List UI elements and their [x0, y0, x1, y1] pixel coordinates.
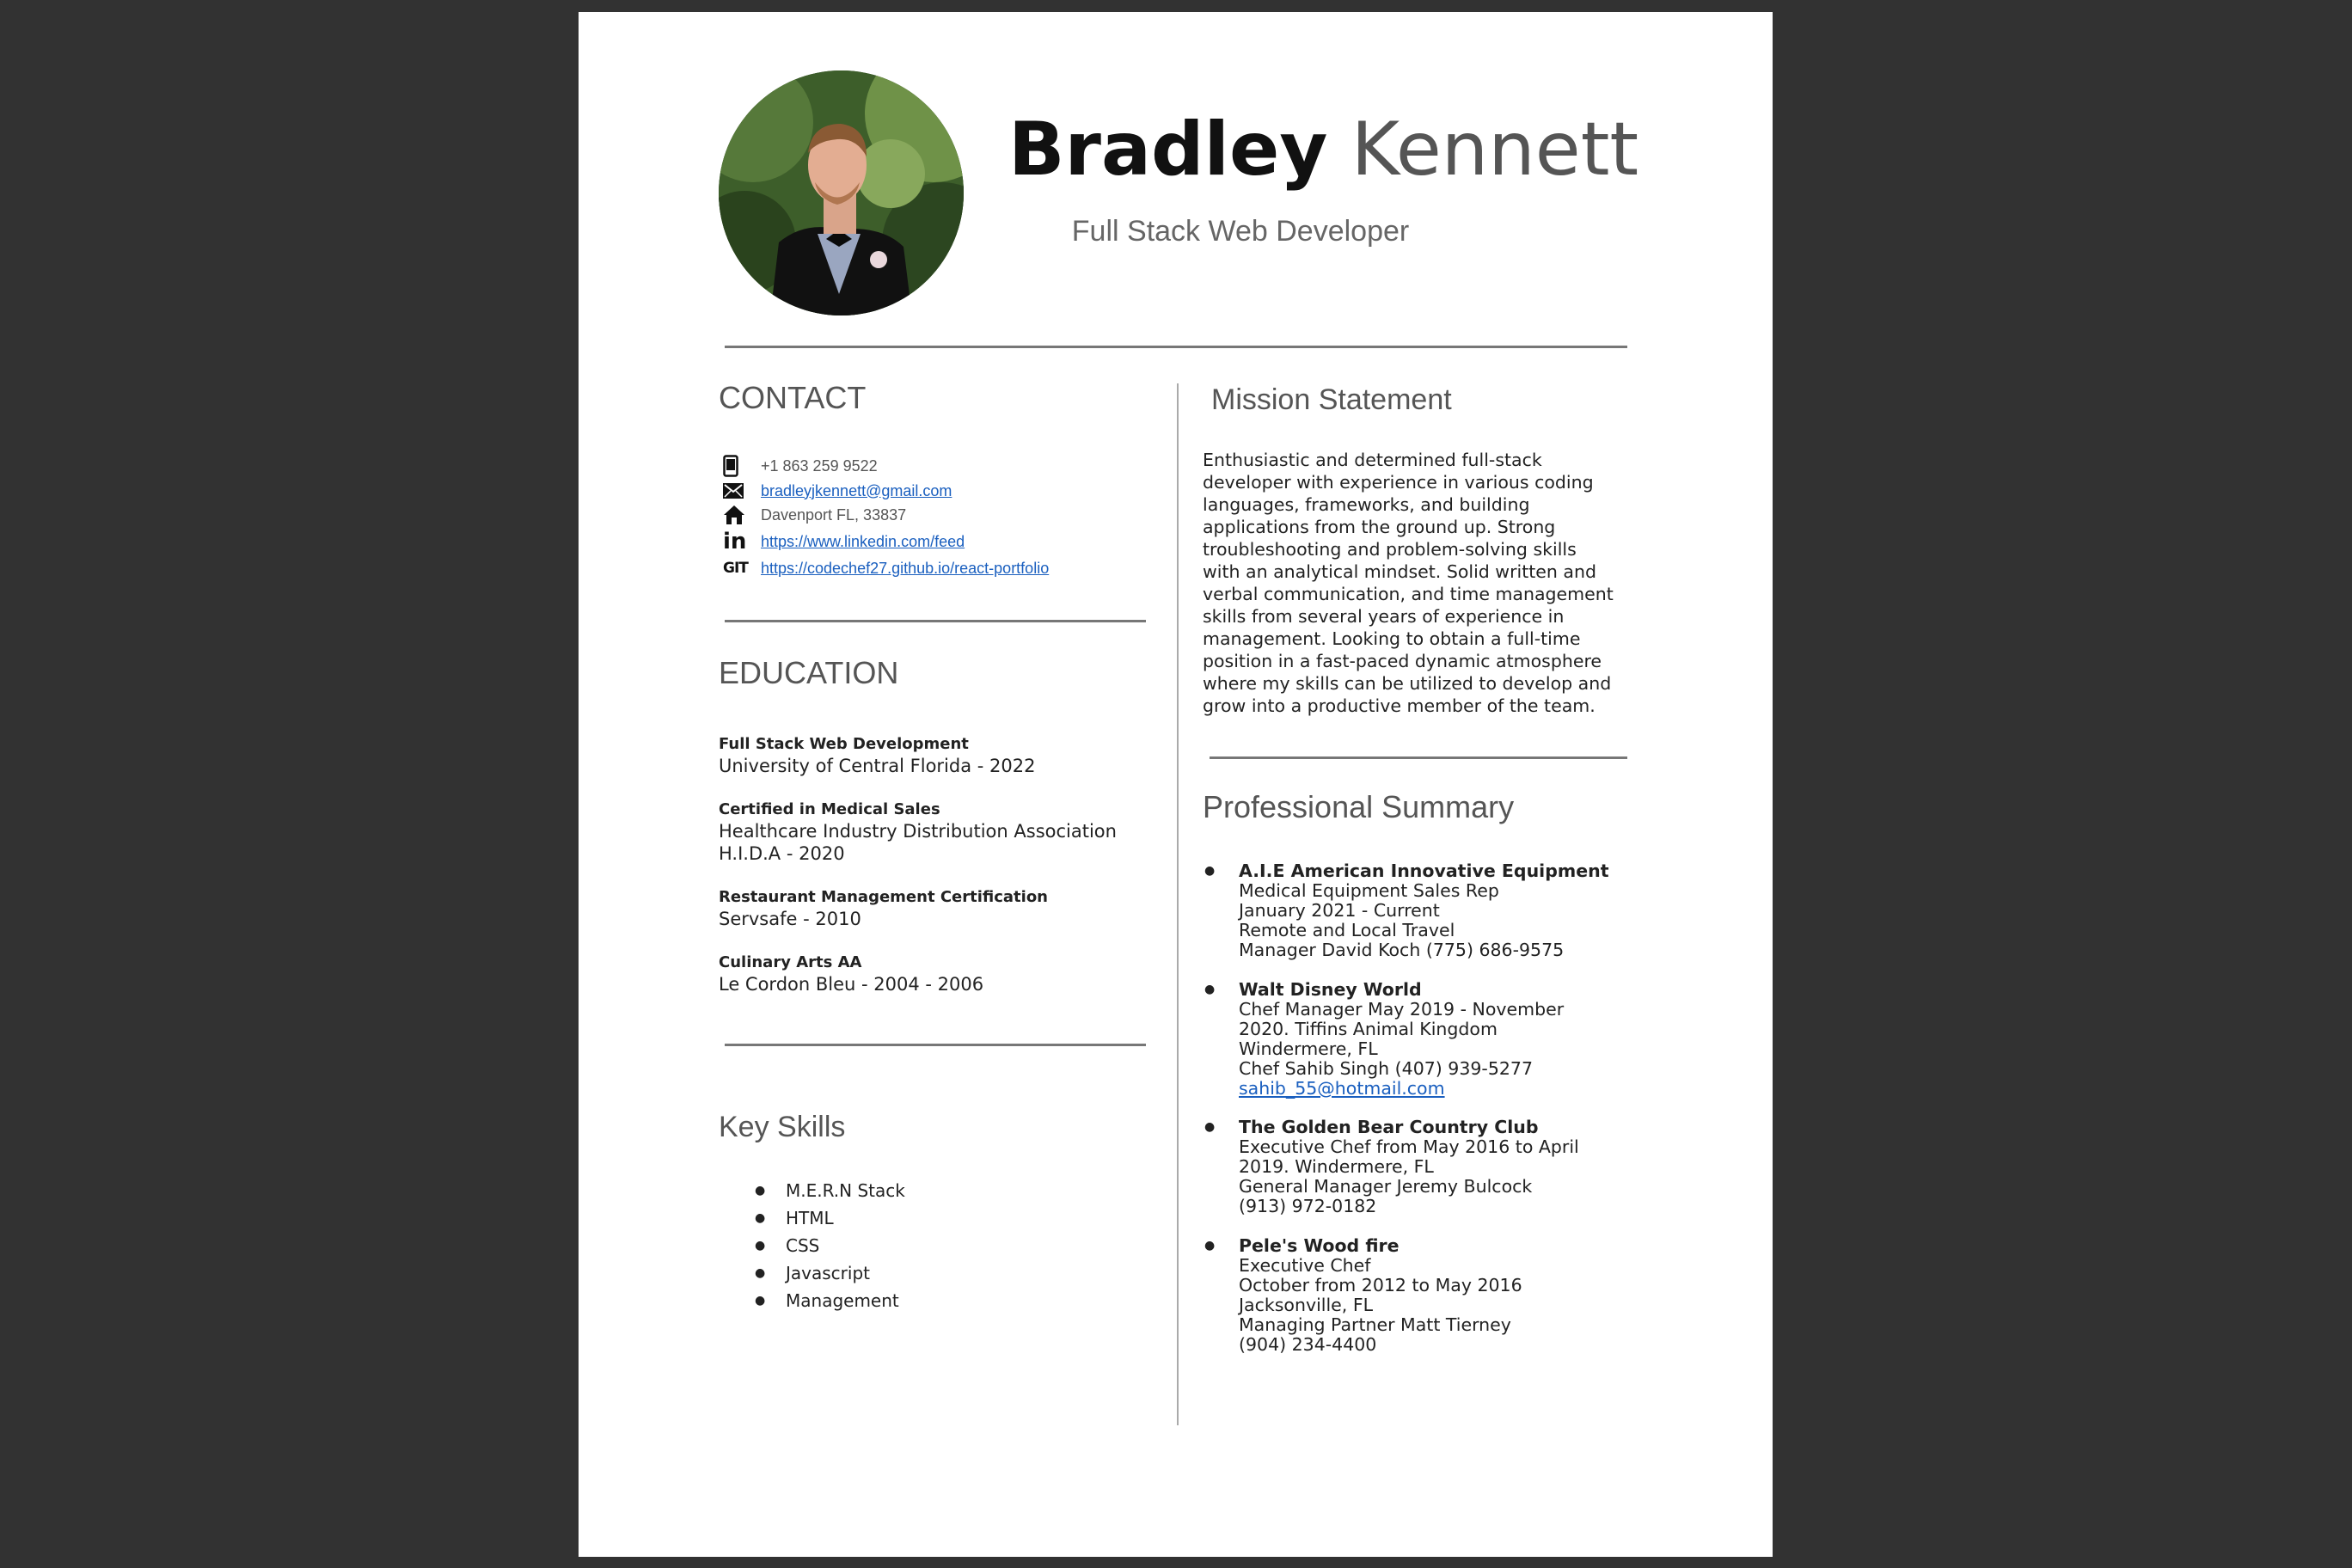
- mission-line: where my skills can be utilized to devel…: [1203, 673, 1612, 694]
- linkedin-icon: in: [723, 529, 747, 554]
- bullet: ●: [1204, 1120, 1216, 1134]
- contact-address: Davenport FL, 33837: [723, 502, 906, 528]
- education-entry: Culinary Arts AA Le Cordon Bleu - 2004 -…: [719, 952, 1166, 995]
- job-company: The Golden Bear Country Club: [1239, 1117, 1539, 1137]
- reference-email-link[interactable]: sahib_55@hotmail.com: [1239, 1078, 1445, 1099]
- contact-divider: [725, 620, 1146, 622]
- job-detail: (913) 972-0182: [1239, 1196, 1377, 1216]
- education-title: Culinary Arts AA: [719, 953, 862, 971]
- first-name: Bradley: [1008, 107, 1328, 193]
- phone-icon: [723, 455, 752, 477]
- education-entry: Certified in Medical Sales Healthcare In…: [719, 799, 1166, 865]
- email-link[interactable]: bradleyjkennett@gmail.com: [761, 482, 952, 500]
- address-text: Davenport FL, 33837: [761, 505, 907, 524]
- profile-photo: [719, 70, 964, 315]
- job-company: A.I.E American Innovative Equipment: [1239, 861, 1609, 881]
- mission-line: position in a fast-paced dynamic atmosph…: [1203, 651, 1602, 671]
- phone-text: +1 863 259 9522: [761, 456, 878, 475]
- education-detail: H.I.D.A - 2020: [719, 843, 845, 864]
- linkedin-link[interactable]: https://www.linkedin.com/feed: [761, 533, 965, 551]
- mission-line: verbal communication, and time managemen…: [1203, 584, 1614, 604]
- mission-line: developer with experience in various cod…: [1203, 472, 1594, 493]
- job-detail: January 2021 - Current: [1239, 900, 1440, 921]
- skill-item: CSS: [755, 1232, 905, 1259]
- job-detail: Chef Sahib Singh (407) 939-5277: [1239, 1058, 1534, 1079]
- email-icon: [723, 480, 752, 502]
- job-detail: Remote and Local Travel: [1239, 920, 1455, 940]
- summary-heading: Professional Summary: [1203, 789, 1515, 824]
- job-company: Walt Disney World: [1239, 979, 1422, 1000]
- education-entry: Restaurant Management Certification Serv…: [719, 887, 1166, 930]
- job-detail: Executive Chef from May 2016 to April: [1239, 1136, 1579, 1157]
- column-divider: [1177, 383, 1179, 1425]
- education-divider: [725, 1044, 1146, 1046]
- header-divider: [725, 346, 1627, 348]
- job-detail: Manager David Koch (775) 686-9575: [1239, 940, 1565, 960]
- job-detail: Windermere, FL: [1239, 1038, 1378, 1059]
- job-detail: (904) 234-4400: [1239, 1334, 1377, 1355]
- skill-item: HTML: [755, 1204, 905, 1232]
- skill-item: M.E.R.N Stack: [755, 1177, 905, 1204]
- job-detail: Executive Chef: [1239, 1255, 1371, 1276]
- mission-line: languages, frameworks, and building: [1203, 494, 1530, 515]
- education-title: Full Stack Web Development: [719, 735, 969, 753]
- last-name: Kennett: [1351, 107, 1639, 193]
- job-detail: Medical Equipment Sales Rep: [1239, 880, 1499, 901]
- education-detail: University of Central Florida - 2022: [719, 756, 1036, 776]
- mission-text: Enthusiastic and determined full-stack d…: [1203, 449, 1632, 717]
- job-detail: Jacksonville, FL: [1239, 1295, 1374, 1315]
- education-detail: Healthcare Industry Distribution Associa…: [719, 821, 1117, 842]
- education-detail: Servsafe - 2010: [719, 909, 861, 929]
- mission-line: skills from several years of experience …: [1203, 606, 1565, 627]
- contact-phone: +1 863 259 9522: [723, 453, 878, 479]
- skill-item: Management: [755, 1287, 905, 1314]
- contact-heading: CONTACT: [719, 380, 867, 415]
- skills-heading: Key Skills: [719, 1111, 846, 1143]
- home-icon: [723, 504, 752, 526]
- job-detail: 2020. Tiffins Animal Kingdom: [1239, 1019, 1498, 1039]
- job-entry: ● Walt Disney World Chef Manager May 201…: [1204, 979, 1643, 1099]
- job-detail: Managing Partner Matt Tierney: [1239, 1314, 1511, 1335]
- git-icon: GIT: [723, 560, 749, 577]
- resume-page: Bradley Kennett Full Stack Web Developer…: [579, 12, 1773, 1557]
- job-detail: 2019. Windermere, FL: [1239, 1156, 1434, 1177]
- mission-line: management. Looking to obtain a full-tim…: [1203, 628, 1581, 649]
- job-detail: General Manager Jeremy Bulcock: [1239, 1176, 1533, 1197]
- job-detail: Chef Manager May 2019 - November: [1239, 999, 1565, 1020]
- mission-heading: Mission Statement: [1211, 383, 1452, 416]
- mission-line: with an analytical mindset. Solid writte…: [1203, 561, 1596, 582]
- education-title: Certified in Medical Sales: [719, 800, 940, 818]
- contact-linkedin: in https://www.linkedin.com/feed: [723, 529, 965, 554]
- bullet: ●: [1204, 983, 1216, 996]
- portfolio-link[interactable]: https://codechef27.github.io/react-portf…: [761, 560, 1049, 578]
- job-entry: ● A.I.E American Innovative Equipment Me…: [1204, 861, 1643, 960]
- mission-line: Enthusiastic and determined full-stack: [1203, 450, 1542, 470]
- job-entry: ● Pele's Wood fire Executive Chef Octobe…: [1204, 1235, 1643, 1355]
- contact-git: GIT https://codechef27.github.io/react-p…: [723, 555, 1049, 581]
- mission-divider: [1210, 756, 1627, 759]
- skills-list: M.E.R.N Stack HTML CSS Javascript Manage…: [755, 1177, 905, 1314]
- job-title: Full Stack Web Developer: [1071, 215, 1410, 248]
- contact-email: bradleyjkennett@gmail.com: [723, 478, 952, 504]
- job-detail: October from 2012 to May 2016: [1239, 1275, 1522, 1295]
- education-detail: Le Cordon Bleu - 2004 - 2006: [719, 974, 984, 995]
- skill-item: Javascript: [755, 1259, 905, 1287]
- mission-line: applications from the ground up. Strong: [1203, 517, 1556, 537]
- bullet: ●: [1204, 1239, 1216, 1253]
- job-company: Pele's Wood fire: [1239, 1235, 1400, 1256]
- candidate-name: Bradley Kennett: [1008, 107, 1638, 193]
- mission-line: grow into a productive member of the tea…: [1203, 695, 1596, 716]
- mission-line: troubleshooting and problem-solving skil…: [1203, 539, 1577, 560]
- education-entry: Full Stack Web Development University of…: [719, 734, 1166, 777]
- education-heading: EDUCATION: [719, 655, 899, 690]
- education-title: Restaurant Management Certification: [719, 888, 1049, 906]
- bullet: ●: [1204, 864, 1216, 878]
- job-entry: ● The Golden Bear Country Club Executive…: [1204, 1117, 1643, 1216]
